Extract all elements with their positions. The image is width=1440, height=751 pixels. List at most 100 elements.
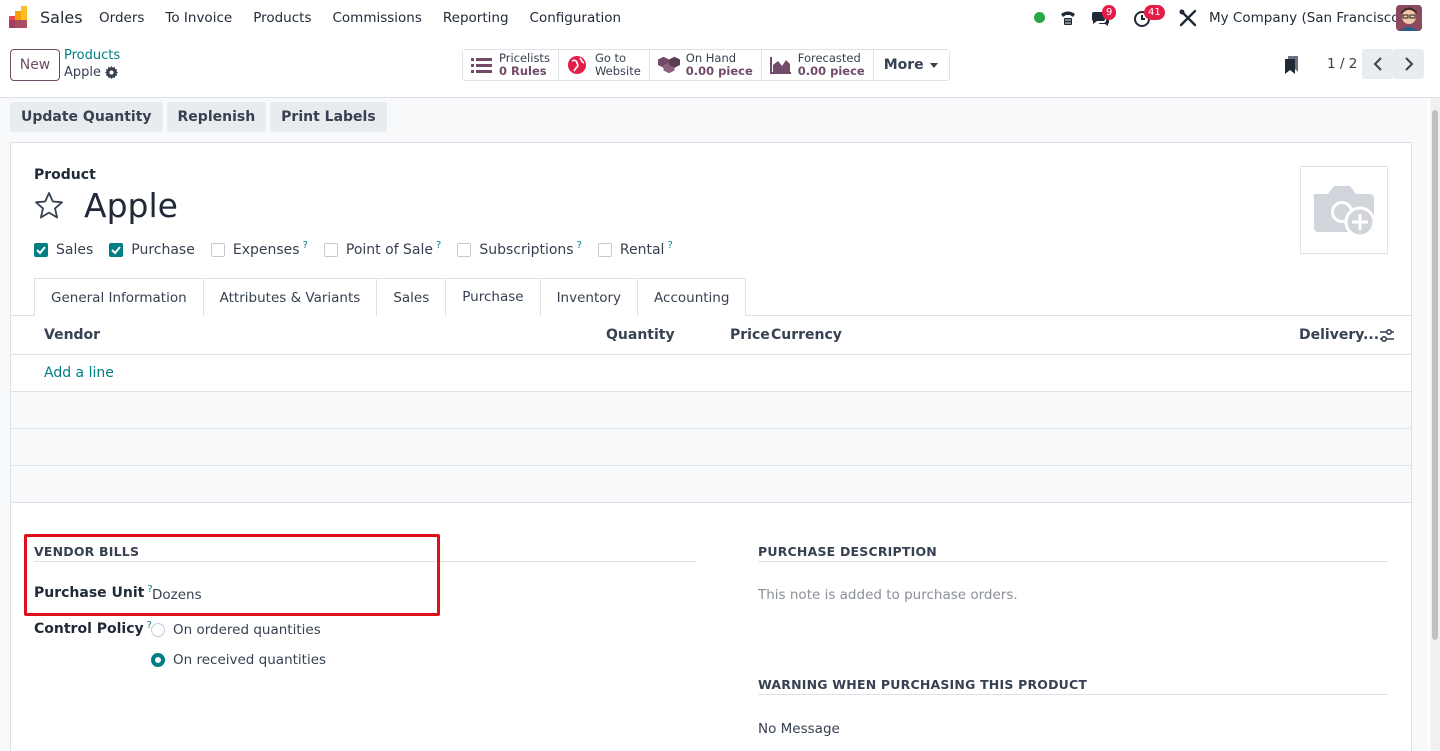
radio-label: On ordered quantities: [173, 622, 321, 638]
pager-previous-button[interactable]: [1362, 49, 1393, 79]
bookmark-icon[interactable]: [1284, 56, 1300, 74]
scrollbar-thumb[interactable]: [1432, 110, 1438, 640]
radio-label: On received quantities: [173, 652, 327, 668]
menu-reporting[interactable]: Reporting: [443, 10, 509, 26]
website-label-2: Website: [594, 64, 641, 78]
menu-configuration[interactable]: Configuration: [530, 10, 622, 26]
empty-row: [11, 466, 1411, 502]
forecasted-value: 0.00 piece: [797, 64, 865, 78]
tools-icon[interactable]: [1178, 8, 1198, 28]
add-a-line-link[interactable]: Add a line: [44, 365, 114, 381]
menu-products[interactable]: Products: [253, 10, 311, 26]
globe-icon: [567, 56, 586, 74]
purchase-warning-title: WARNING WHEN PURCHASING THIS PRODUCT: [758, 677, 1088, 692]
list-icon: [471, 58, 492, 73]
update-quantity-button[interactable]: Update Quantity: [10, 102, 163, 132]
column-currency[interactable]: Currency: [771, 327, 842, 343]
checkbox-sales-label: Sales: [56, 242, 94, 258]
tab-sales[interactable]: Sales: [376, 278, 447, 316]
vendor-table-header: Vendor Quantity Price Currency Delivery.…: [10, 316, 1412, 355]
activities-count-badge: 41: [1144, 5, 1165, 20]
more-button[interactable]: More: [873, 50, 949, 80]
checkbox-purchase-label: Purchase: [131, 242, 195, 258]
checkbox-subscriptions-box[interactable]: [457, 243, 472, 257]
phone-icon[interactable]: [1058, 8, 1078, 28]
purchase-warning-field[interactable]: No Message: [758, 721, 840, 737]
radio-circle[interactable]: [151, 623, 165, 637]
chevron-right-icon: [1404, 57, 1413, 71]
product-name[interactable]: Apple: [84, 186, 178, 225]
app-name[interactable]: Sales: [40, 8, 83, 27]
area-chart-icon: [769, 57, 791, 74]
checkbox-purchase[interactable]: Purchase: [109, 242, 195, 258]
control-policy-label-text: Control Policy: [34, 621, 144, 637]
cubes-icon: [657, 56, 680, 74]
pager-next-button[interactable]: [1393, 49, 1424, 79]
help-tooltip-icon[interactable]: ?: [577, 240, 582, 251]
caret-down-icon: [929, 63, 938, 68]
notebook-tabs: General Information Attributes & Variant…: [34, 278, 747, 316]
annotation-highlight-box: [24, 534, 440, 616]
tab-accounting[interactable]: Accounting: [637, 278, 747, 316]
checkbox-expenses[interactable]: Expenses ?: [210, 240, 308, 258]
tab-attributes-variants[interactable]: Attributes & Variants: [202, 278, 378, 316]
company-switcher[interactable]: My Company (San Francisco): [1209, 10, 1405, 26]
sales-app-icon[interactable]: [9, 6, 31, 28]
purchase-description-field[interactable]: This note is added to purchase orders.: [758, 587, 1018, 603]
column-vendor[interactable]: Vendor: [44, 327, 100, 343]
main-menu: Orders To Invoice Products Commissions R…: [99, 10, 642, 26]
checkbox-rental-box[interactable]: [597, 243, 612, 257]
print-labels-button[interactable]: Print Labels: [270, 102, 387, 132]
column-delivery[interactable]: Delivery...: [1299, 327, 1379, 343]
help-tooltip-icon[interactable]: ?: [667, 240, 672, 251]
radio-on-ordered-quantities[interactable]: On ordered quantities: [151, 622, 321, 638]
gear-icon[interactable]: [105, 66, 119, 79]
help-tooltip-icon[interactable]: ?: [303, 240, 308, 251]
checkbox-sales-box[interactable]: [34, 243, 48, 257]
on-hand-value: 0.00 piece: [685, 64, 753, 78]
checkbox-sales[interactable]: Sales: [34, 242, 93, 258]
camera-add-icon: [1313, 186, 1376, 238]
tab-inventory[interactable]: Inventory: [539, 278, 639, 316]
checkbox-expenses-box[interactable]: [210, 243, 225, 257]
column-price[interactable]: Price: [730, 327, 770, 343]
star-icon[interactable]: [33, 190, 65, 222]
check-icon: [36, 246, 46, 255]
checkbox-rental[interactable]: Rental ?: [597, 240, 673, 258]
checkbox-point-of-sale[interactable]: Point of Sale ?: [323, 240, 441, 258]
more-label: More: [883, 57, 924, 73]
purchase-description-separator: [758, 561, 1388, 562]
new-button[interactable]: New: [10, 49, 60, 81]
pager-value[interactable]: 1 / 2: [1327, 56, 1357, 72]
pricelists-value: 0 Rules: [499, 64, 547, 78]
checkbox-point-of-sale-box[interactable]: [323, 243, 338, 257]
user-avatar[interactable]: [1396, 5, 1422, 31]
top-navbar: Sales Orders To Invoice Products Commiss…: [0, 0, 1440, 36]
pricelists-smart-button[interactable]: Pricelists 0 Rules: [463, 50, 559, 80]
messages-count-badge: 9: [1102, 5, 1117, 20]
vertical-scrollbar[interactable]: [1430, 98, 1440, 751]
menu-orders[interactable]: Orders: [99, 10, 144, 26]
radio-on-received-quantities[interactable]: On received quantities: [151, 652, 326, 668]
menu-to-invoice[interactable]: To Invoice: [165, 10, 232, 26]
breadcrumb-products[interactable]: Products: [64, 48, 120, 63]
on-hand-smart-button[interactable]: On Hand 0.00 piece: [649, 50, 762, 80]
checkbox-subscriptions[interactable]: Subscriptions ?: [457, 240, 582, 258]
radio-circle[interactable]: [151, 653, 165, 667]
replenish-button[interactable]: Replenish: [166, 102, 267, 132]
menu-commissions[interactable]: Commissions: [332, 10, 421, 26]
checkbox-subscriptions-label: Subscriptions: [479, 242, 574, 258]
help-tooltip-icon[interactable]: ?: [436, 240, 441, 251]
optional-columns-icon[interactable]: [1379, 328, 1395, 344]
forecasted-smart-button[interactable]: Forecasted 0.00 piece: [761, 50, 874, 80]
checkbox-purchase-box[interactable]: [109, 243, 124, 257]
product-image-upload[interactable]: [1300, 166, 1388, 254]
product-label: Product: [34, 167, 96, 183]
purchase-warning-separator: [758, 694, 1388, 695]
tab-general-information[interactable]: General Information: [34, 278, 204, 316]
smart-buttons: Pricelists 0 Rules Go to Website On Hand 0.…: [462, 49, 950, 81]
breadcrumb-current-label: Apple: [64, 65, 102, 80]
column-quantity[interactable]: Quantity: [606, 327, 675, 343]
tab-purchase[interactable]: Purchase: [445, 278, 541, 316]
go-to-website-smart-button[interactable]: Go to Website: [558, 50, 650, 80]
